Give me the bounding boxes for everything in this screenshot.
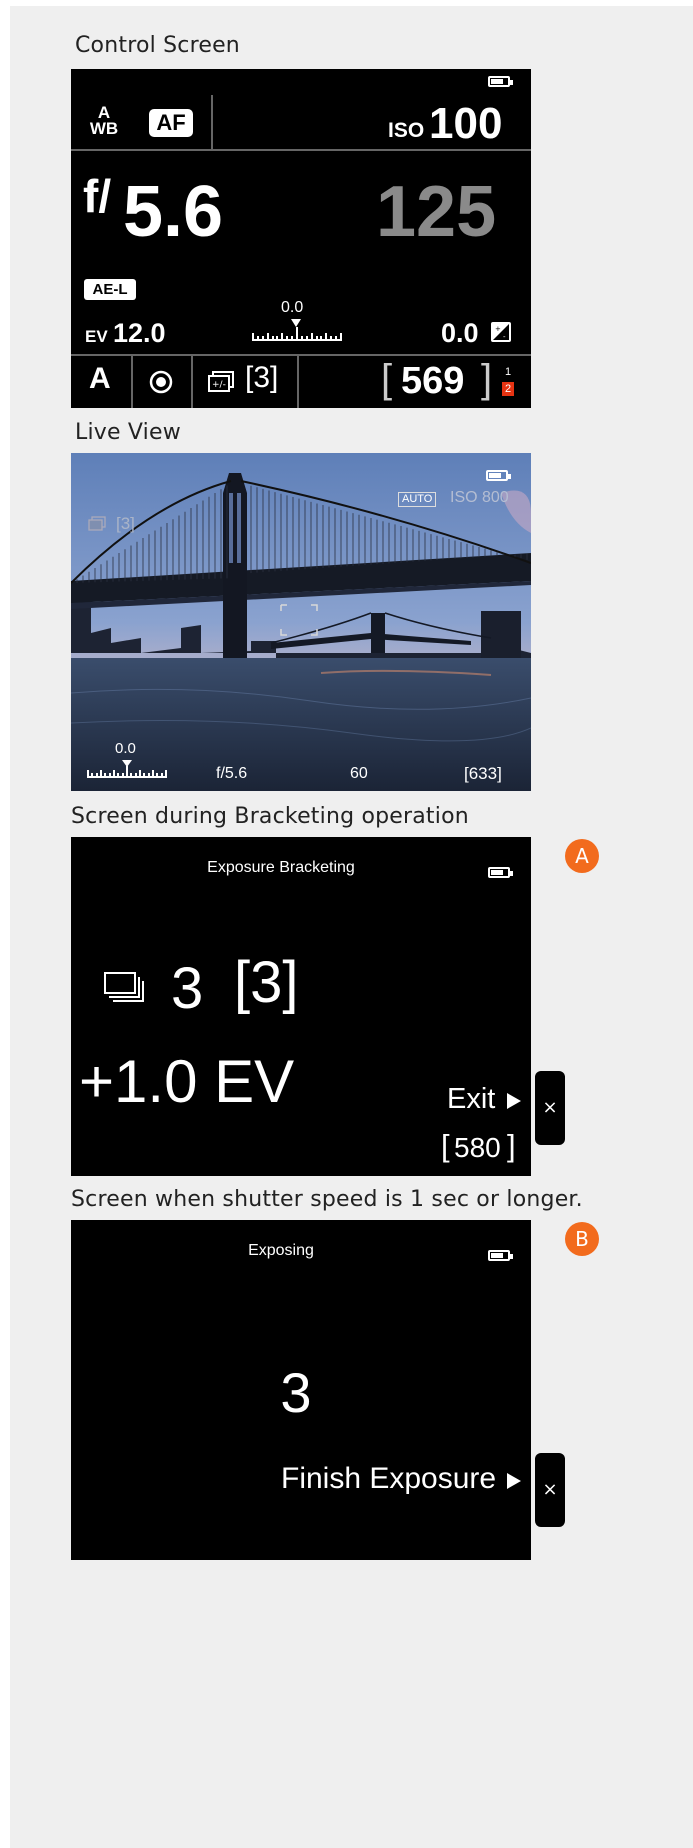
exit-label[interactable]: Exit	[447, 1083, 495, 1116]
exposure-comp-icon: + -	[491, 322, 511, 342]
bracketing-icon: +/-	[207, 370, 237, 394]
exposing-screen: Exposing 3 Finish Exposure	[71, 1220, 531, 1560]
scale-baseline	[252, 339, 342, 341]
bracket-count: [3]	[116, 514, 135, 533]
shutter-speed-value[interactable]: 125	[376, 171, 496, 253]
metering-icon[interactable]	[148, 369, 173, 394]
control-screen: A WB AF ISO 100 f/ 5.6 125 AE-L EV 12.0 …	[71, 69, 531, 408]
exposure-value: +1.0 EV	[79, 1048, 295, 1115]
battery-icon	[488, 76, 513, 87]
divider	[211, 95, 213, 149]
divider	[71, 149, 531, 151]
screen-header: Exposing	[248, 1242, 314, 1259]
finish-exposure-label[interactable]: Finish Exposure	[281, 1462, 496, 1496]
bracketing-screen: Exposure Bracketing 3 [3] +1.0 EV Exit […	[71, 837, 531, 1176]
section-title-bracketing: Screen during Bracketing operation	[71, 804, 469, 829]
bracket-open: [	[441, 1128, 450, 1163]
continuous-shooting-icon	[101, 969, 147, 1007]
screen-header: Exposure Bracketing	[207, 859, 355, 876]
bracket-close: ]	[507, 1128, 516, 1163]
exit-button[interactable]: ×	[535, 1071, 565, 1145]
svg-text:+/-: +/-	[212, 380, 226, 390]
finish-exposure-button[interactable]: ×	[535, 1453, 565, 1527]
exposure-comp-value[interactable]: 0.0	[441, 318, 479, 349]
card-slot-2: 2	[502, 382, 514, 396]
play-arrow-icon	[507, 1093, 521, 1109]
ae-lock-badge: AE-L	[84, 279, 136, 300]
callout-badge-a: A	[565, 839, 599, 873]
iso-label: ISO	[388, 119, 425, 142]
bracket-close: ]	[481, 357, 493, 401]
aperture-value[interactable]: 5.6	[123, 171, 223, 253]
bracketing-icon	[87, 516, 107, 532]
auto-iso-badge: AUTO	[398, 492, 437, 507]
af-mode-badge[interactable]: AF	[149, 109, 193, 137]
shots-remaining: [633]	[464, 764, 502, 783]
exposure-scale	[87, 766, 167, 778]
section-title-long-exposure: Screen when shutter speed is 1 sec or lo…	[71, 1187, 583, 1212]
aperture-readout: f/5.6	[216, 765, 248, 782]
battery-icon	[488, 1250, 513, 1261]
shots-remaining: 569	[401, 360, 465, 402]
battery-icon	[488, 867, 513, 878]
shooting-mode[interactable]: A	[89, 362, 111, 396]
bracket-count[interactable]: [3]	[245, 361, 278, 395]
scale-pointer-icon	[291, 319, 301, 327]
exposure-scale	[252, 327, 342, 341]
exposure-countdown: 3	[280, 1361, 312, 1424]
wb-label: WB	[89, 119, 119, 138]
scale-baseline	[87, 776, 167, 778]
page-background: Control Screen A WB AF ISO 100 f/ 5.6 12…	[10, 6, 693, 1848]
bracket-total: [3]	[234, 950, 299, 1015]
bracket-shot-number: 3	[171, 956, 204, 1021]
scale-value: 0.0	[115, 740, 136, 757]
battery-icon	[486, 470, 511, 481]
white-balance-indicator[interactable]: A WB	[89, 104, 119, 138]
divider	[71, 354, 531, 356]
ev-label: EV	[85, 327, 108, 346]
live-view-screen: AUTO ISO 800 [3] 0.0 f/5.6 60 [633]	[71, 453, 531, 791]
section-title-control: Control Screen	[75, 33, 240, 58]
ev-value: 12.0	[113, 318, 166, 348]
divider	[191, 356, 193, 408]
shutter-readout: 60	[350, 765, 368, 782]
bracket-open: [	[381, 357, 393, 401]
scale-value: 0.0	[281, 299, 304, 316]
iso-readout: ISO 800	[450, 489, 509, 506]
iso-value[interactable]: 100	[429, 99, 502, 149]
play-arrow-icon	[507, 1473, 521, 1489]
divider	[297, 356, 299, 408]
aperture-prefix: f/	[83, 170, 112, 222]
card-slot-1: 1	[504, 366, 512, 378]
section-title-live: Live View	[75, 420, 181, 445]
divider	[131, 356, 133, 408]
shots-remaining: 580	[454, 1132, 501, 1163]
callout-badge-b: B	[565, 1222, 599, 1256]
svg-text:+: +	[495, 325, 501, 333]
